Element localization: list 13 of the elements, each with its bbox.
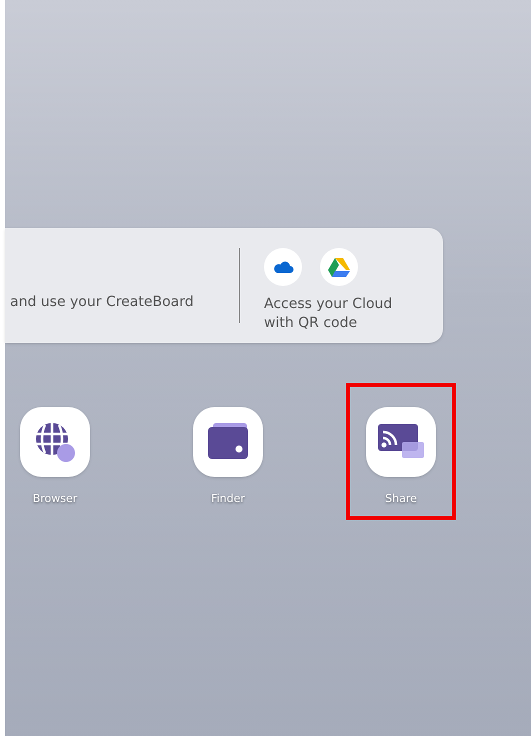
folder-icon bbox=[205, 422, 251, 462]
triangle-icon bbox=[328, 258, 350, 276]
app-label: Finder bbox=[211, 491, 245, 507]
card-text: Access your Cloud with QR code bbox=[264, 295, 394, 333]
app-label: Browser bbox=[32, 491, 78, 507]
cloud-service-button[interactable] bbox=[320, 248, 358, 286]
app-button[interactable] bbox=[20, 407, 90, 477]
app-button[interactable] bbox=[193, 407, 263, 477]
cloud-service-button[interactable] bbox=[264, 248, 302, 286]
cloud-icon bbox=[272, 260, 294, 274]
app-label: Share bbox=[385, 491, 417, 507]
card-text: and use your CreateBoard bbox=[10, 293, 194, 312]
app-button[interactable] bbox=[366, 407, 436, 477]
